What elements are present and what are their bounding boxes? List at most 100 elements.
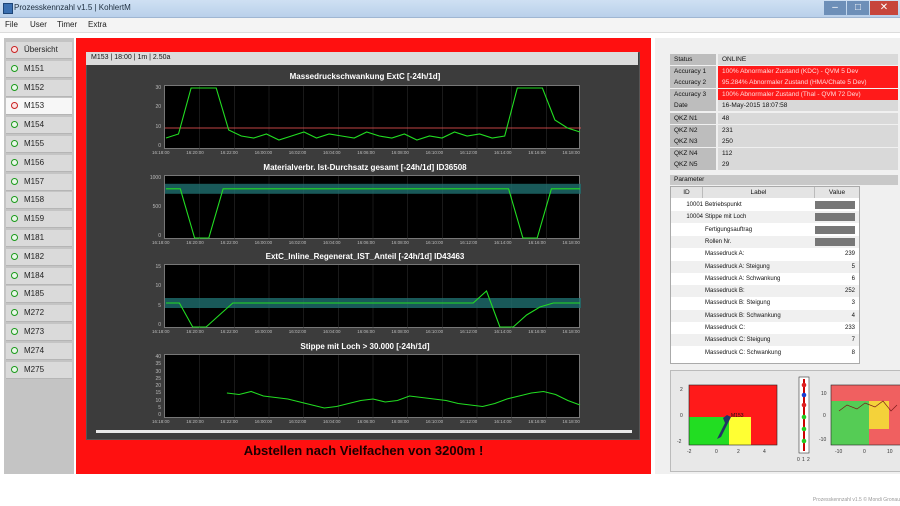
parameter-row[interactable]: Massedruck B: Steigung 3 xyxy=(671,297,859,309)
sidebar-item-m156[interactable]: M156 xyxy=(6,154,72,172)
sidebar-item-m154[interactable]: M154 xyxy=(6,117,72,135)
param-value: 233 xyxy=(844,325,855,331)
panel-header-text: M153 | 18:00 | 1m | 2.50a xyxy=(91,54,171,61)
x-tick-label: 16:00:00 xyxy=(254,329,273,334)
x-tick-label: 16:18:00 xyxy=(562,419,580,424)
close-button[interactable]: ✕ xyxy=(870,1,898,15)
sidebar-item-m153[interactable]: M153 xyxy=(6,98,72,116)
sidebar-item-label: M182 xyxy=(24,251,45,261)
x-tick-label: 16:08:00 xyxy=(391,419,409,424)
parameter-row[interactable]: Massedruck B: 252 xyxy=(671,285,859,298)
sidebar-item-m272[interactable]: M272 xyxy=(6,305,72,323)
sidebar-item-m185[interactable]: M185 xyxy=(6,286,72,304)
param-label: Massedruck C: Steigung xyxy=(705,337,771,344)
parameter-row[interactable]: 10001 Betriebspunkt xyxy=(671,199,859,211)
thumb1-yellow-zone xyxy=(729,417,751,445)
y-tick-label: 5 xyxy=(158,404,161,411)
sidebar-item-m275[interactable]: M275 xyxy=(6,361,72,379)
thumbnail-svg: M153 2 0 -2 -2 0 2 4 0 1 2 10 0 -10 -10 … xyxy=(677,376,900,463)
param-label: Betriebspunkt xyxy=(705,202,742,208)
x-tick-label: 16:20:00 xyxy=(186,150,204,155)
parameter-row[interactable]: Massedruck C: Steigung 7 xyxy=(671,334,859,347)
parameter-row[interactable]: 10004 Stippe mit Loch xyxy=(671,211,859,224)
sidebar-item-label: M184 xyxy=(24,270,45,280)
panel-scrollbar[interactable] xyxy=(96,430,632,433)
thumb2-tick: 1 xyxy=(802,457,805,463)
x-tick-label: 16:10:00 xyxy=(425,419,444,424)
sidebar-item-m155[interactable]: M155 xyxy=(6,136,72,153)
status-led-icon xyxy=(11,121,18,129)
x-tick-label: 16:06:00 xyxy=(357,150,375,155)
sidebar-item-m159[interactable]: M159 xyxy=(6,211,72,229)
thumb3-ytick: 10 xyxy=(821,391,827,397)
parameter-row[interactable]: Massedruck C: Schwankung 8 xyxy=(671,347,859,359)
parameter-row[interactable]: Massedruck B: Schwankung 4 xyxy=(671,309,859,322)
x-tick-label: 16:18:00 xyxy=(152,329,170,334)
sidebar-item-label: M154 xyxy=(24,120,45,130)
param-value-field[interactable] xyxy=(815,201,855,209)
thumb2-dot xyxy=(801,438,807,444)
menu-extra[interactable]: Extra xyxy=(88,20,107,29)
thumb3-xtick: -10 xyxy=(835,449,842,455)
sidebar-item-m181[interactable]: M181 xyxy=(6,230,72,247)
thumb1-xtick: 4 xyxy=(763,449,766,455)
param-id: 10004 xyxy=(686,214,703,221)
x-tick-label: 16:16:00 xyxy=(528,150,546,155)
sidebar-item-m158[interactable]: M158 xyxy=(6,192,72,210)
x-tick-label: 16:12:00 xyxy=(459,329,478,334)
menu-bar: File User Timer Extra xyxy=(0,18,900,33)
x-tick-label: 16:16:00 xyxy=(528,240,546,245)
sidebar-item-m151[interactable]: M151 xyxy=(6,60,72,78)
status-value: 112 xyxy=(718,147,898,159)
menu-timer[interactable]: Timer xyxy=(57,20,77,29)
menu-file[interactable]: File xyxy=(5,20,18,29)
status-value: 100% Abnormaler Zustand (Thal - QVM 72 D… xyxy=(718,88,898,100)
y-tick-label: 40 xyxy=(155,354,161,360)
param-label: Stippe mit Loch xyxy=(705,214,747,221)
param-value-field[interactable] xyxy=(815,237,855,246)
parameter-row[interactable]: Fertigungsauftrag xyxy=(671,224,859,236)
chart-svg xyxy=(165,86,581,150)
param-value: 6 xyxy=(851,275,855,282)
sidebar-item-m274[interactable]: M274 xyxy=(6,342,72,360)
param-value-field[interactable] xyxy=(815,225,855,234)
y-tick-label: 35 xyxy=(155,361,161,368)
param-col-label[interactable]: Label xyxy=(703,187,815,198)
param-value-field[interactable] xyxy=(815,213,855,222)
menu-user[interactable]: User xyxy=(30,20,47,29)
parameter-row[interactable]: Rollen Nr. xyxy=(671,235,859,248)
thumb1-ytick: -2 xyxy=(677,439,682,445)
thumb2-dot xyxy=(801,426,807,432)
status-value: 16-May-2015 18:07:58 xyxy=(718,100,898,111)
sidebar-item-label: M153 xyxy=(24,101,45,111)
qkz-row: QKZ N3 250 xyxy=(670,136,898,147)
sidebar-item-m273[interactable]: M273 xyxy=(6,324,72,341)
sidebar-item-label: M155 xyxy=(24,139,45,148)
status-value: 48 xyxy=(718,113,898,124)
parameter-row[interactable]: Massedruck A: 239 xyxy=(671,248,859,260)
parameter-row[interactable]: Massedruck C: 233 xyxy=(671,322,859,334)
status-row: Accuracy 1 100% Abnormaler Zustand (KDC) … xyxy=(670,65,898,77)
status-led-icon xyxy=(11,177,18,185)
minimize-button[interactable]: – xyxy=(824,1,846,15)
status-row: Accuracy 3 100% Abnormaler Zustand (Thal … xyxy=(670,88,898,100)
x-tick-label: 16:18:00 xyxy=(562,150,580,155)
machine-sidebar: Übersicht M151 M152 M153 M154 M155 M156 M157 M15… xyxy=(4,38,74,474)
chart-title: Stippe mit Loch > 30.000 [-24h/1d] xyxy=(300,342,430,351)
sidebar-item-m182[interactable]: M182 xyxy=(6,248,72,266)
sidebar-item-m152[interactable]: M152 xyxy=(6,79,72,97)
sidebar-item-übersicht[interactable]: Übersicht xyxy=(6,42,72,59)
parameter-row[interactable]: Massedruck A: Steigung 5 xyxy=(671,260,859,273)
sidebar-item-m157[interactable]: M157 xyxy=(6,173,72,191)
thumb1-ytick: 0 xyxy=(680,413,683,419)
alarm-message: Abstellen nach Vielfachen von 3200m ! xyxy=(243,443,484,458)
maximize-button[interactable]: □ xyxy=(847,1,869,15)
sidebar-item-label: M151 xyxy=(24,63,45,73)
sidebar-item-m184[interactable]: M184 xyxy=(6,267,72,285)
param-col-id[interactable]: ID xyxy=(671,187,703,198)
chart-title: Materialverbr. Ist-Durchsatz gesamt [-24… xyxy=(263,163,467,172)
param-col-value[interactable]: Value xyxy=(815,187,859,198)
status-key: Accuracy 2 xyxy=(670,77,716,88)
thumb1-label: M153 xyxy=(731,413,744,419)
parameter-row[interactable]: Massedruck A: Schwankung 6 xyxy=(671,273,859,285)
